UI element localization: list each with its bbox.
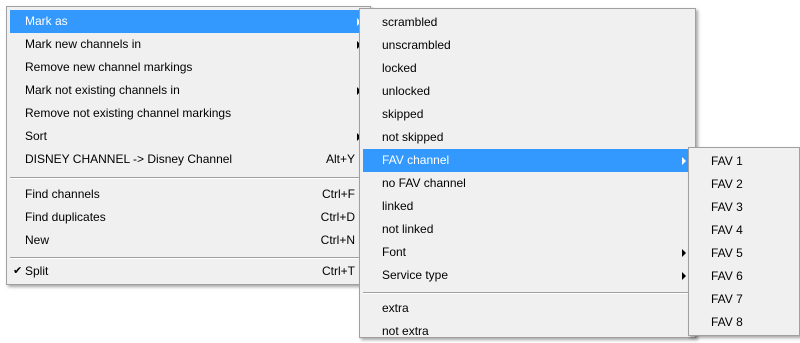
menu-item-unscrambled[interactable]: unscrambled bbox=[363, 34, 692, 57]
menu-item-label: FAV 3 bbox=[711, 200, 743, 214]
menu-item-scrambled[interactable]: scrambled bbox=[363, 11, 692, 34]
menu-item-label: Font bbox=[382, 245, 407, 259]
menu-separator bbox=[363, 292, 692, 294]
mark-as-submenu: scrambled unscrambled locked unlocked sk… bbox=[359, 8, 696, 338]
menu-item-label: not linked bbox=[382, 222, 434, 236]
menu-item-find-channels[interactable]: Find channels Ctrl+F bbox=[10, 183, 367, 206]
menu-item-label: Mark not existing channels in bbox=[25, 83, 180, 97]
menu-item-label: DISNEY CHANNEL -> Disney Channel bbox=[25, 152, 233, 166]
menu-item-label: Mark as bbox=[25, 14, 68, 28]
menu-item-label: unscrambled bbox=[382, 38, 451, 52]
menu-separator bbox=[10, 177, 367, 179]
menu-item-fav-3[interactable]: FAV 3 bbox=[692, 196, 796, 219]
menu-item-find-duplicates[interactable]: Find duplicates Ctrl+D bbox=[10, 206, 367, 229]
menu-item-label: Remove new channel markings bbox=[25, 60, 193, 74]
menu-item-label: FAV 8 bbox=[711, 315, 743, 329]
menu-item-locked[interactable]: locked bbox=[363, 57, 692, 80]
menu-item-label: New bbox=[25, 233, 50, 247]
menu-item-fav-2[interactable]: FAV 2 bbox=[692, 173, 796, 196]
menu-item-extra[interactable]: extra bbox=[363, 297, 692, 320]
menu-item-mark-new-channels-in[interactable]: Mark new channels in bbox=[10, 33, 367, 56]
menu-item-linked[interactable]: linked bbox=[363, 195, 692, 218]
menu-item-not-skipped[interactable]: not skipped bbox=[363, 126, 692, 149]
submenu-arrow-icon bbox=[682, 157, 686, 165]
menu-item-label: unlocked bbox=[382, 84, 431, 98]
submenu-arrow-icon bbox=[682, 272, 686, 280]
menu-item-unlocked[interactable]: unlocked bbox=[363, 80, 692, 103]
menu-item-label: FAV 4 bbox=[711, 223, 743, 237]
menu-item-new[interactable]: New Ctrl+N bbox=[10, 229, 367, 252]
menu-item-fav-8[interactable]: FAV 8 bbox=[692, 311, 796, 334]
menu-item-label: Sort bbox=[25, 129, 48, 143]
menu-separator bbox=[10, 257, 367, 259]
menu-item-fav-6[interactable]: FAV 6 bbox=[692, 265, 796, 288]
menu-item-label: Split bbox=[25, 264, 49, 278]
menu-item-disney-channel-rename[interactable]: DISNEY CHANNEL -> Disney Channel Alt+Y bbox=[10, 148, 367, 171]
menu-item-label: FAV 6 bbox=[711, 269, 743, 283]
menu-item-label: FAV 5 bbox=[711, 246, 743, 260]
menu-item-mark-as[interactable]: Mark as bbox=[10, 10, 367, 33]
menu-item-shortcut: Alt+Y bbox=[325, 152, 355, 166]
menu-item-label: locked bbox=[382, 61, 417, 75]
menu-item-split[interactable]: ✔ Split Ctrl+T bbox=[10, 260, 367, 283]
menu-item-fav-7[interactable]: FAV 7 bbox=[692, 288, 796, 311]
menu-item-sort[interactable]: Sort bbox=[10, 125, 367, 148]
menu-item-label: not extra bbox=[382, 324, 429, 338]
menu-item-label: Find channels bbox=[25, 187, 100, 201]
menu-item-shortcut: Ctrl+T bbox=[322, 264, 355, 278]
menu-item-shortcut: Ctrl+D bbox=[320, 210, 355, 224]
menu-item-label: FAV channel bbox=[382, 153, 450, 167]
menu-item-not-extra[interactable]: not extra bbox=[363, 320, 692, 343]
menu-item-fav-5[interactable]: FAV 5 bbox=[692, 242, 796, 265]
menu-item-label: not skipped bbox=[382, 130, 444, 144]
menu-item-remove-not-existing-channel-markings[interactable]: Remove not existing channel markings bbox=[10, 102, 367, 125]
fav-channel-submenu: FAV 1 FAV 2 FAV 3 FAV 4 FAV 5 FAV 6 FAV … bbox=[688, 147, 800, 336]
menu-item-label: FAV 2 bbox=[711, 177, 743, 191]
menu-item-label: scrambled bbox=[382, 15, 438, 29]
menu-item-not-linked[interactable]: not linked bbox=[363, 218, 692, 241]
menu-item-label: Mark new channels in bbox=[25, 37, 142, 51]
context-menu: Mark as Mark new channels in Remove new … bbox=[6, 6, 371, 285]
menu-item-remove-new-channel-markings[interactable]: Remove new channel markings bbox=[10, 56, 367, 79]
menu-item-mark-not-existing-channels-in[interactable]: Mark not existing channels in bbox=[10, 79, 367, 102]
menu-item-font[interactable]: Font bbox=[363, 241, 692, 264]
menu-item-label: Remove not existing channel markings bbox=[25, 106, 232, 120]
checkmark-icon: ✔ bbox=[13, 265, 23, 277]
menu-item-shortcut: Ctrl+F bbox=[322, 187, 355, 201]
menu-item-skipped[interactable]: skipped bbox=[363, 103, 692, 126]
menu-item-fav-4[interactable]: FAV 4 bbox=[692, 219, 796, 242]
menu-item-label: linked bbox=[382, 199, 414, 213]
menu-item-label: Find duplicates bbox=[25, 210, 106, 224]
menu-item-label: FAV 7 bbox=[711, 292, 743, 306]
menu-item-service-type[interactable]: Service type bbox=[363, 264, 692, 287]
submenu-arrow-icon bbox=[682, 249, 686, 257]
menu-item-no-fav-channel[interactable]: no FAV channel bbox=[363, 172, 692, 195]
menu-item-fav-channel[interactable]: FAV channel bbox=[363, 149, 692, 172]
menu-item-fav-1[interactable]: FAV 1 bbox=[692, 150, 796, 173]
menu-item-label: FAV 1 bbox=[711, 154, 743, 168]
menu-item-label: no FAV channel bbox=[382, 176, 466, 190]
menu-item-label: skipped bbox=[382, 107, 424, 121]
menu-item-label: Service type bbox=[382, 268, 449, 282]
menu-item-shortcut: Ctrl+N bbox=[320, 233, 355, 247]
menu-item-label: extra bbox=[382, 301, 409, 315]
